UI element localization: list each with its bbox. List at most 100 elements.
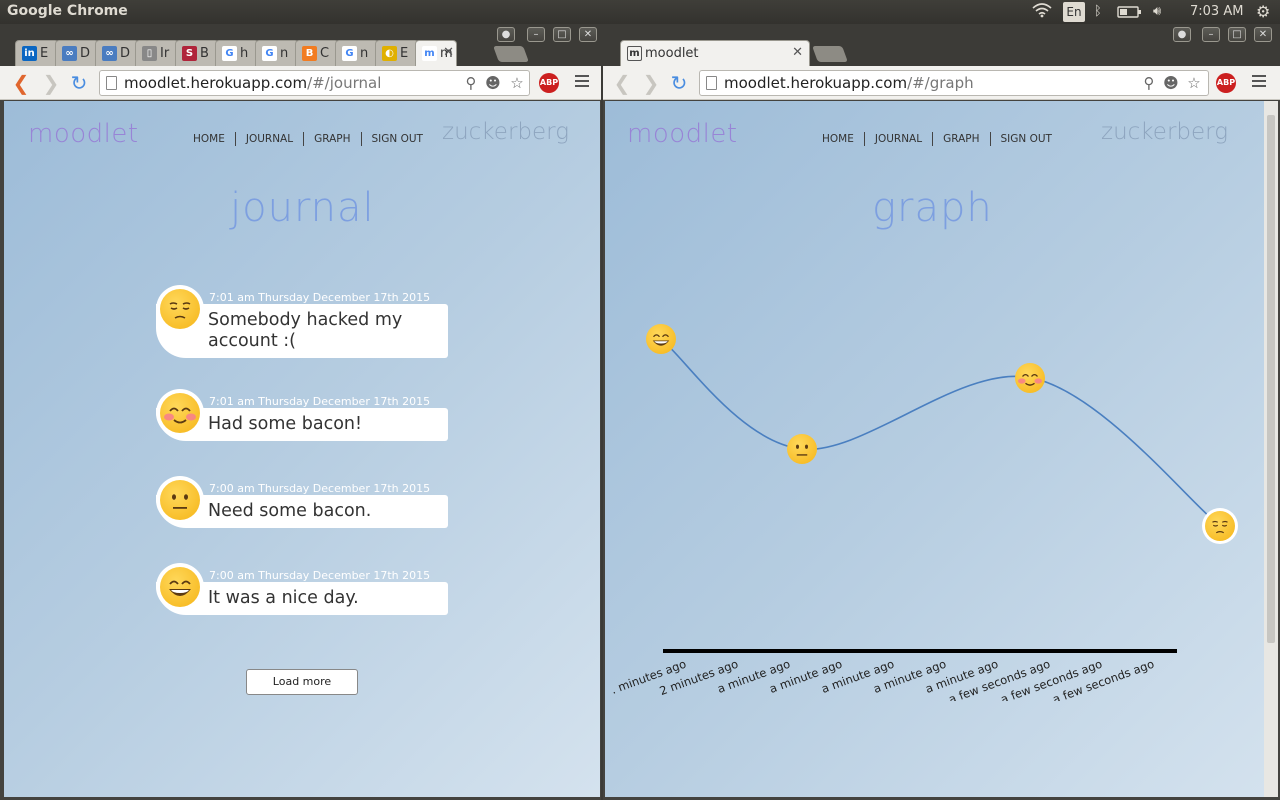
tab-favicon: ∞ (102, 46, 117, 61)
browser-toolbar: ❮ ❯ ↻ moodlet.herokuapp.com/#/journal ⚲ … (0, 66, 601, 100)
tab-item[interactable]: ∞ D (55, 40, 99, 66)
graph-point-blush-icon[interactable] (1014, 362, 1045, 393)
scrollbar[interactable] (1264, 101, 1278, 797)
grin-emoji-icon (160, 567, 200, 607)
tab-favicon: m (627, 46, 642, 61)
profile-icon[interactable]: ● (1173, 27, 1191, 42)
profile-icon[interactable]: ● (497, 27, 515, 42)
maximize-button[interactable]: □ (1228, 27, 1246, 42)
tab-label: n (360, 46, 369, 61)
gear-icon[interactable]: ⚙ (1256, 2, 1270, 22)
bookmark-star-icon[interactable]: ☆ (508, 74, 526, 92)
back-icon[interactable]: ❮ (611, 72, 633, 94)
tab-label: D (80, 46, 91, 61)
search-icon[interactable]: ⚲ (462, 74, 480, 92)
graph-point-neutral-icon[interactable] (787, 434, 818, 464)
url-path: /#/graph (907, 74, 974, 92)
tab-label: E (400, 46, 409, 61)
wifi-icon[interactable] (1032, 2, 1052, 22)
address-bar[interactable]: moodlet.herokuapp.com/#/graph (699, 70, 1209, 96)
tab-item[interactable]: Gn (335, 40, 379, 66)
graph-point-sad-icon[interactable] (1204, 511, 1235, 541)
os-top-bar: Google Chrome En ᛒ 🔊︎ 7:03 AM ⚙ (0, 0, 1280, 24)
graph-page: moodlet HOME JOURNAL GRAPH SIGN OUT zuck… (605, 101, 1278, 797)
close-tab-icon[interactable]: ✕ (792, 45, 803, 60)
chrome-menu-icon[interactable] (575, 75, 589, 89)
tab-item[interactable]: in E (15, 40, 59, 66)
tab-item[interactable]: ∞ D (95, 40, 139, 66)
chrome-menu-icon[interactable] (1252, 75, 1266, 89)
bluetooth-icon[interactable]: ᛒ (1094, 2, 1102, 22)
tab-item[interactable]: SB (175, 40, 219, 66)
maximize-button[interactable]: □ (553, 27, 571, 42)
tab-item[interactable]: m m ✕ (415, 40, 457, 66)
tab-favicon: G (262, 46, 277, 61)
tab-moodlet[interactable]: m moodlet ✕ (620, 40, 810, 66)
tab-item[interactable]: ◐ E (375, 40, 419, 66)
entry-text: It was a nice day. (208, 588, 359, 608)
page-title: journal (230, 185, 375, 231)
clock[interactable]: 7:03 AM (1190, 2, 1243, 22)
tab-label: D (120, 46, 131, 61)
journal-entry: 7:00 am Thursday December 17th 2015 Need … (156, 476, 448, 562)
mood-line (660, 338, 1221, 527)
search-icon[interactable]: ⚲ (1140, 74, 1158, 92)
reload-icon[interactable]: ↻ (68, 72, 90, 94)
username: zuckerberg (442, 119, 570, 145)
scrollbar-thumb[interactable] (1267, 115, 1275, 643)
site-nav: HOME JOURNAL GRAPH SIGN OUT (183, 132, 433, 146)
journal-entry: 7:01 am Thursday December 17th 2015 Someb… (156, 285, 448, 371)
reload-icon[interactable]: ↻ (668, 72, 690, 94)
blush-emoji-icon (160, 393, 200, 433)
forward-icon[interactable]: ❯ (40, 72, 62, 94)
tab-item[interactable]: Gh (215, 40, 259, 66)
url-host: moodlet.herokuapp.com (124, 74, 308, 92)
journal-entry: 7:00 am Thursday December 17th 2015 It wa… (156, 563, 448, 649)
graph-point-grin-icon[interactable] (646, 324, 676, 354)
browser-toolbar: ❮ ❯ ↻ moodlet.herokuapp.com/#/graph ⚲ ☻ … (603, 66, 1280, 100)
entry-date: 7:01 am Thursday December 17th 2015 (209, 291, 431, 304)
keyboard-layout-indicator[interactable]: En (1063, 2, 1085, 22)
battery-icon[interactable] (1117, 2, 1143, 22)
site-logo[interactable]: moodlet (28, 119, 139, 149)
adblock-icon[interactable]: ABP (1216, 73, 1236, 93)
sad-emoji-icon (160, 289, 200, 329)
browser-window-graph: m moodlet ✕ ● – □ ✕ ❮ ❯ ↻ moodlet.heroku… (603, 24, 1280, 800)
tab-item[interactable]: ▯ Ir (135, 40, 179, 66)
back-icon[interactable]: ❮ (10, 72, 32, 94)
close-window-button[interactable]: ✕ (1254, 27, 1272, 42)
tab-item[interactable]: BC (295, 40, 339, 66)
entry-text: Had some bacon! (208, 414, 363, 434)
minimize-button[interactable]: – (527, 27, 545, 42)
bookmark-star-icon[interactable]: ☆ (1185, 74, 1203, 92)
neutral-emoji-icon (160, 480, 200, 520)
entry-text: Somebody hacked my account :( (208, 310, 403, 351)
tab-favicon: B (302, 46, 317, 61)
extension-icon[interactable]: ☻ (1162, 74, 1180, 92)
close-tab-icon[interactable]: ✕ (443, 45, 454, 60)
forward-icon[interactable]: ❯ (640, 72, 662, 94)
tab-favicon: ◐ (382, 46, 397, 61)
tab-favicon: m (422, 46, 437, 61)
minimize-button[interactable]: – (1202, 27, 1220, 42)
tab-item[interactable]: Gn (255, 40, 299, 66)
tab-label: Ir (160, 46, 170, 61)
adblock-icon[interactable]: ABP (539, 73, 559, 93)
nav-home[interactable]: HOME (183, 132, 236, 146)
entry-date: 7:01 am Thursday December 17th 2015 (209, 395, 431, 408)
tab-label: n (280, 46, 289, 61)
load-more-button[interactable]: Load more (246, 669, 358, 695)
nav-sign-out[interactable]: SIGN OUT (362, 132, 433, 146)
nav-journal[interactable]: JOURNAL (236, 132, 305, 146)
volume-icon[interactable]: 🔊︎ (1153, 2, 1161, 22)
tab-favicon: S (182, 46, 197, 61)
tab-label: B (200, 46, 209, 61)
tab-favicon: in (22, 46, 37, 61)
nav-graph[interactable]: GRAPH (304, 132, 362, 146)
tab-favicon: G (342, 46, 357, 61)
close-window-button[interactable]: ✕ (579, 27, 597, 42)
new-tab-button[interactable] (812, 46, 848, 62)
tab-label: moodlet (645, 46, 699, 61)
extension-icon[interactable]: ☻ (484, 74, 502, 92)
new-tab-button[interactable] (493, 46, 529, 62)
